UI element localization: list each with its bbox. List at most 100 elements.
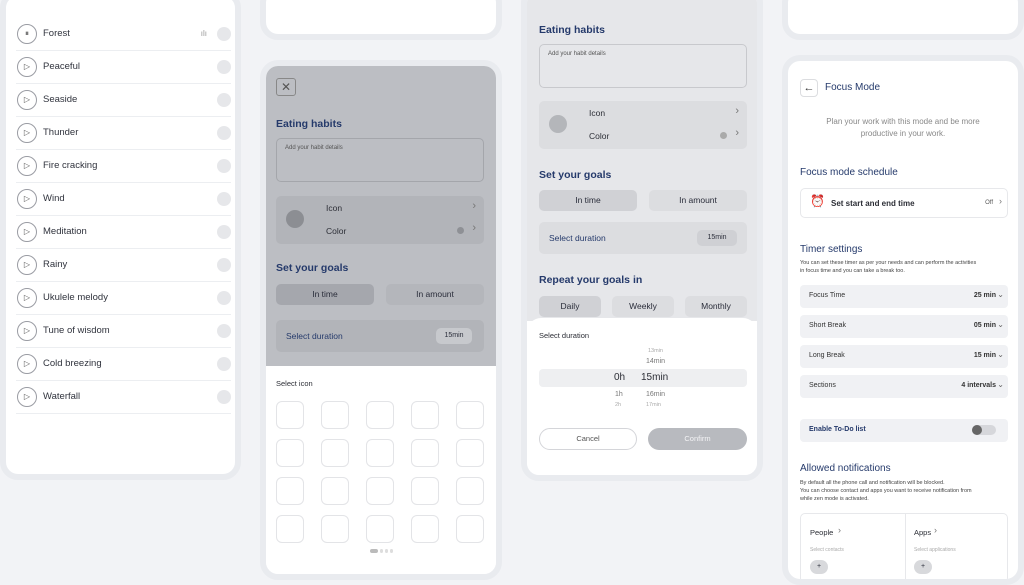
icon-option[interactable] — [321, 401, 349, 429]
sound-row[interactable]: ▷ Tune of wisdom — [16, 315, 231, 348]
picker-hours[interactable]: 0h — [614, 372, 625, 383]
habit-details-input[interactable]: Add your habit details — [539, 44, 747, 88]
play-icon[interactable]: ▷ — [17, 321, 37, 341]
back-arrow-icon[interactable]: ← — [800, 79, 818, 97]
sound-name: Wind — [43, 193, 65, 204]
play-icon[interactable]: ▷ — [17, 57, 37, 77]
play-icon[interactable]: ▷ — [17, 255, 37, 275]
in-time-tab[interactable]: In time — [539, 190, 637, 211]
sound-select-radio[interactable] — [217, 291, 231, 305]
icon-option[interactable] — [276, 439, 304, 467]
sound-row[interactable]: ▷ Cold breezing — [16, 348, 231, 381]
close-icon[interactable]: ✕ — [276, 78, 296, 96]
notifications-description: By default all the phone call and notifi… — [800, 480, 945, 486]
sound-select-radio[interactable] — [217, 390, 231, 404]
monthly-tab[interactable]: Monthly — [685, 296, 747, 317]
duration-row[interactable]: Select duration 15min — [539, 222, 747, 254]
icon-option[interactable] — [321, 477, 349, 505]
sound-select-radio[interactable] — [217, 357, 231, 371]
daily-tab[interactable]: Daily — [539, 296, 601, 317]
picker-option[interactable]: 14min — [646, 358, 665, 365]
play-icon[interactable]: ▷ — [17, 90, 37, 110]
sound-select-radio[interactable] — [217, 159, 231, 173]
people-label[interactable]: People — [810, 528, 833, 537]
sound-select-radio[interactable] — [217, 60, 231, 74]
picker-option[interactable]: 2h — [615, 402, 621, 408]
sound-row[interactable]: ▷ Waterfall — [16, 381, 231, 414]
pause-icon[interactable]: ⏸ — [17, 24, 37, 44]
icon-option[interactable] — [456, 401, 484, 429]
sound-row[interactable]: ▷ Fire cracking — [16, 150, 231, 183]
confirm-button[interactable]: Confirm — [648, 428, 747, 450]
timer-row[interactable]: Focus Time 25 min ⌄ — [800, 285, 1008, 308]
sound-select-radio[interactable] — [217, 27, 231, 41]
sound-row[interactable]: ▷ Thunder — [16, 117, 231, 150]
icon-option[interactable] — [456, 515, 484, 543]
weekly-tab[interactable]: Weekly — [612, 296, 674, 317]
icon-option[interactable] — [366, 515, 394, 543]
sound-row[interactable]: ▷ Peaceful — [16, 51, 231, 84]
sound-row[interactable]: ⏸ Forest ılı — [16, 18, 231, 51]
icon-option[interactable] — [276, 401, 304, 429]
icon-label[interactable]: Icon — [326, 203, 342, 213]
picker-minutes[interactable]: 15min — [641, 372, 668, 383]
duration-row[interactable]: Select duration 15min — [276, 320, 484, 352]
color-label[interactable]: Color — [326, 226, 346, 236]
play-icon[interactable]: ▷ — [17, 189, 37, 209]
icon-option[interactable] — [456, 477, 484, 505]
sound-select-radio[interactable] — [217, 93, 231, 107]
todo-label: Enable To-Do list — [809, 426, 866, 433]
sound-select-radio[interactable] — [217, 126, 231, 140]
todo-toggle[interactable] — [972, 425, 996, 435]
icon-option[interactable] — [276, 477, 304, 505]
play-icon[interactable]: ▷ — [17, 123, 37, 143]
play-icon[interactable]: ▷ — [17, 288, 37, 308]
in-amount-tab[interactable]: In amount — [386, 284, 484, 305]
icon-option[interactable] — [366, 401, 394, 429]
color-label[interactable]: Color — [589, 131, 609, 141]
timer-row[interactable]: Sections 4 intervals ⌄ — [800, 375, 1008, 398]
play-icon[interactable]: ▷ — [17, 387, 37, 407]
sound-select-radio[interactable] — [217, 225, 231, 239]
picker-option[interactable]: 1h — [615, 391, 623, 398]
picker-option[interactable]: 17min — [646, 402, 661, 408]
sound-row[interactable]: ▷ Rainy — [16, 249, 231, 282]
play-icon[interactable]: ▷ — [17, 354, 37, 374]
icon-option[interactable] — [276, 515, 304, 543]
habit-details-input[interactable]: Add your habit details — [276, 138, 484, 182]
habit-title: Eating habits — [539, 24, 605, 36]
play-icon[interactable]: ▷ — [17, 156, 37, 176]
apps-sublabel: Select applications — [914, 547, 956, 553]
in-time-tab[interactable]: In time — [276, 284, 374, 305]
picker-option[interactable]: 13min — [648, 348, 663, 354]
icon-option[interactable] — [366, 439, 394, 467]
sound-row[interactable]: ▷ Seaside — [16, 84, 231, 117]
cancel-button[interactable]: Cancel — [539, 428, 637, 450]
icon-option[interactable] — [411, 477, 439, 505]
icon-option[interactable] — [411, 401, 439, 429]
sound-select-radio[interactable] — [217, 192, 231, 206]
icon-option[interactable] — [456, 439, 484, 467]
play-icon[interactable]: ▷ — [17, 222, 37, 242]
sound-row[interactable]: ▷ Wind — [16, 183, 231, 216]
icon-label[interactable]: Icon — [589, 108, 605, 118]
in-amount-tab[interactable]: In amount — [649, 190, 747, 211]
icon-option[interactable] — [321, 439, 349, 467]
sound-select-radio[interactable] — [217, 324, 231, 338]
todo-toggle-row[interactable]: Enable To-Do list — [800, 419, 1008, 442]
icon-option[interactable] — [366, 477, 394, 505]
sound-list-screen: ⏸ Forest ılı ▷ Peaceful ▷ Seaside ▷ Thunder ▷ Fire… — [0, 0, 241, 480]
sound-select-radio[interactable] — [217, 258, 231, 272]
icon-option[interactable] — [411, 515, 439, 543]
sound-row[interactable]: ▷ Ukulele melody — [16, 282, 231, 315]
icon-option[interactable] — [321, 515, 349, 543]
timer-row[interactable]: Short Break 05 min ⌄ — [800, 315, 1008, 338]
sound-row[interactable]: ▷ Meditation — [16, 216, 231, 249]
picker-option[interactable]: 16min — [646, 391, 665, 398]
add-contact-button[interactable]: + — [810, 560, 828, 574]
schedule-row[interactable]: ⏰ Set start and end time Off › — [800, 188, 1008, 218]
apps-label[interactable]: Apps — [914, 528, 931, 537]
icon-option[interactable] — [411, 439, 439, 467]
timer-row[interactable]: Long Break 15 min ⌄ — [800, 345, 1008, 368]
add-app-button[interactable]: + — [914, 560, 932, 574]
